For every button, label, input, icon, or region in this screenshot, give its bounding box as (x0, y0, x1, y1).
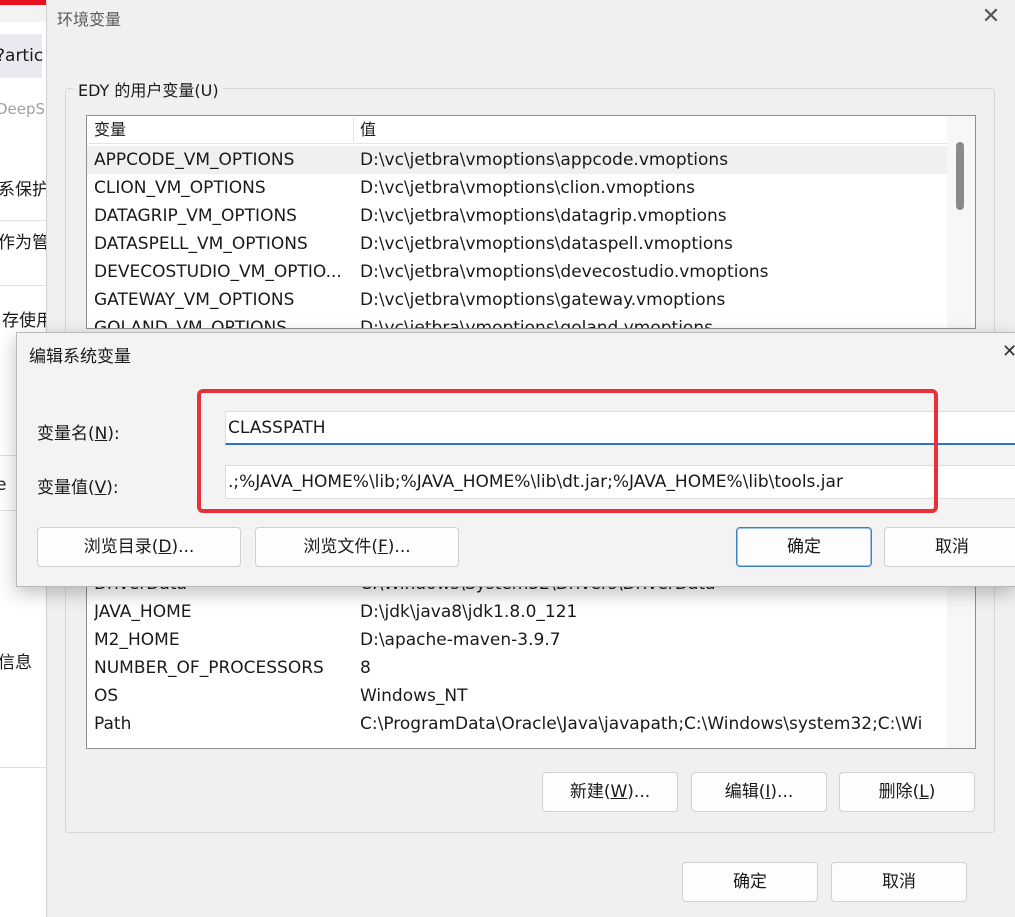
bg-nav-item[interactable]: 系保护 (0, 175, 46, 200)
ok-button[interactable]: 确定 (682, 862, 818, 902)
variable-name-cell: JAVA_HOME (94, 602, 192, 622)
variable-value-cell: D:\vc\jetbra\vmoptions\goland.vmoptions (360, 318, 713, 329)
button-label: )... (770, 782, 794, 802)
variable-value-cell: Windows_NT (360, 686, 468, 706)
table-row[interactable]: GATEWAY_VM_OPTIONS D:\vc\jetbra\vmoptions… (87, 286, 947, 314)
column-header-value[interactable]: 值 (360, 116, 376, 144)
bg-divider (0, 767, 46, 768)
list-header: 变量 值 (87, 116, 947, 144)
user-variables-list[interactable]: 变量 值 APPCODE_VM_OPTIONS D:\vc\jetbra\vmop… (86, 115, 976, 329)
variable-value-cell: D:\vc\jetbra\vmoptions\datagrip.vmoption… (360, 206, 727, 226)
variable-name-cell: APPCODE_VM_OPTIONS (94, 150, 295, 170)
new-variable-button[interactable]: 新建(W)... (542, 772, 678, 812)
variable-name-cell: Path (94, 714, 132, 734)
bg-nav-item[interactable]: DeepS (0, 100, 45, 118)
variable-value-cell: D:\vc\jetbra\vmoptions\gateway.vmoptions (360, 290, 726, 310)
system-variables-list[interactable]: DriverDataC:\Windows\System32\Drivers\Dr… (86, 569, 976, 749)
ok-button[interactable]: 确定 (736, 527, 872, 567)
column-header-name[interactable]: 变量 (94, 116, 126, 144)
button-label: 编辑( (724, 782, 766, 802)
user-rows: APPCODE_VM_OPTIONS D:\vc\jetbra\vmoptions… (87, 146, 947, 329)
scrollbar-thumb[interactable] (956, 142, 964, 210)
variable-value-cell: D:\jdk\java8\jdk1.8.0_121 (360, 602, 578, 622)
delete-variable-button[interactable]: 删除(L) (839, 772, 975, 812)
variable-name-cell: OS (94, 686, 119, 706)
edit-system-variable-dialog: 编辑系统变量 ✕ 变量名(N): CLASSPATH 变量值(V): .;%JA… (16, 332, 1015, 587)
variable-value-label: 变量值(V): (37, 478, 119, 498)
button-label: 删除( (878, 782, 920, 802)
variable-value-cell: D:\vc\jetbra\vmoptions\clion.vmoptions (360, 178, 696, 198)
table-row[interactable]: DATAGRIP_VM_OPTIONS D:\vc\jetbra\vmoption… (87, 202, 947, 230)
variable-name-label: 变量名(N): (37, 424, 120, 444)
column-divider[interactable] (353, 118, 354, 142)
close-icon[interactable]: ✕ (971, 2, 1011, 32)
table-row[interactable]: DEVECOSTUDIO_VM_OPTIO... D:\vc\jetbra\vmo… (87, 258, 947, 286)
table-row[interactable]: APPCODE_VM_OPTIONS D:\vc\jetbra\vmoptions… (87, 146, 947, 174)
red-highlight-annotation (197, 389, 938, 513)
dialog-title: 环境变量 (57, 10, 122, 29)
button-label: 新建( (569, 782, 611, 802)
bg-nav-item[interactable]: 作为管 (0, 228, 46, 253)
close-icon[interactable]: ✕ (1002, 341, 1015, 362)
browse-directory-button[interactable]: 浏览目录(D)... (37, 527, 241, 567)
cancel-button[interactable]: 取消 (884, 527, 1015, 567)
variable-value-cell: D:\vc\jetbra\vmoptions\devecostudio.vmop… (360, 262, 769, 282)
button-label: )... (627, 782, 651, 802)
browse-file-button[interactable]: 浏览文件(F)... (255, 527, 459, 567)
variable-name-cell: GOLAND_VM_OPTIONS (94, 318, 288, 329)
scrollbar[interactable] (947, 570, 975, 748)
bg-divider (0, 220, 46, 221)
button-accelerator: L (919, 782, 929, 802)
scrollbar[interactable] (947, 116, 975, 328)
edit-variable-button[interactable]: 编辑(I)... (691, 772, 827, 812)
variable-value-cell: D:\apache-maven-3.9.7 (360, 630, 561, 650)
table-row[interactable]: M2_HOME D:\apache-maven-3.9.7 (87, 626, 947, 654)
cancel-button[interactable]: 取消 (831, 862, 967, 902)
variable-name-cell: DEVECOSTUDIO_VM_OPTIO... (94, 262, 342, 282)
system-rows: DriverDataC:\Windows\System32\Drivers\Dr… (87, 570, 947, 738)
variable-name-cell: DATASPELL_VM_OPTIONS (94, 234, 308, 254)
variable-value-cell: D:\vc\jetbra\vmoptions\appcode.vmoptions (360, 150, 729, 170)
bg-nav-item[interactable]: 存使用 (2, 306, 46, 331)
variable-name-cell: CLION_VM_OPTIONS (94, 178, 266, 198)
bg-divider (0, 285, 46, 286)
dialog-title: 编辑系统变量 (29, 347, 131, 367)
table-row[interactable]: Path C:\ProgramData\Oracle\Java\javapath;… (87, 710, 947, 738)
table-row[interactable]: GOLAND_VM_OPTIONS D:\vc\jetbra\vmoptions\… (87, 314, 947, 329)
variable-value-cell: C:\ProgramData\Oracle\Java\javapath;C:\W… (360, 714, 923, 734)
table-row[interactable]: CLION_VM_OPTIONS D:\vc\jetbra\vmoptions\c… (87, 174, 947, 202)
table-row[interactable]: NUMBER_OF_PROCESSORS 8 (87, 654, 947, 682)
bg-nav-item[interactable]: ?artic (0, 34, 43, 78)
table-row[interactable]: OS Windows_NT (87, 682, 947, 710)
bg-nav-item[interactable]: 信息 (0, 648, 44, 673)
variable-name-cell: DATAGRIP_VM_OPTIONS (94, 206, 297, 226)
variable-name-cell: M2_HOME (94, 630, 180, 650)
variable-name-cell: GATEWAY_VM_OPTIONS (94, 290, 295, 310)
table-row[interactable]: DATASPELL_VM_OPTIONS D:\vc\jetbra\vmoptio… (87, 230, 947, 258)
user-variables-label: EDY 的用户变量(U) (74, 77, 223, 101)
bg-red-accent (0, 0, 46, 5)
variable-value-cell: 8 (360, 658, 371, 678)
variable-name-cell: NUMBER_OF_PROCESSORS (94, 658, 324, 678)
table-row[interactable]: JAVA_HOME D:\jdk\java8\jdk1.8.0_121 (87, 598, 947, 626)
variable-value-cell: D:\vc\jetbra\vmoptions\dataspell.vmoptio… (360, 234, 733, 254)
button-accelerator: W (610, 782, 628, 802)
button-label: ) (928, 782, 936, 802)
